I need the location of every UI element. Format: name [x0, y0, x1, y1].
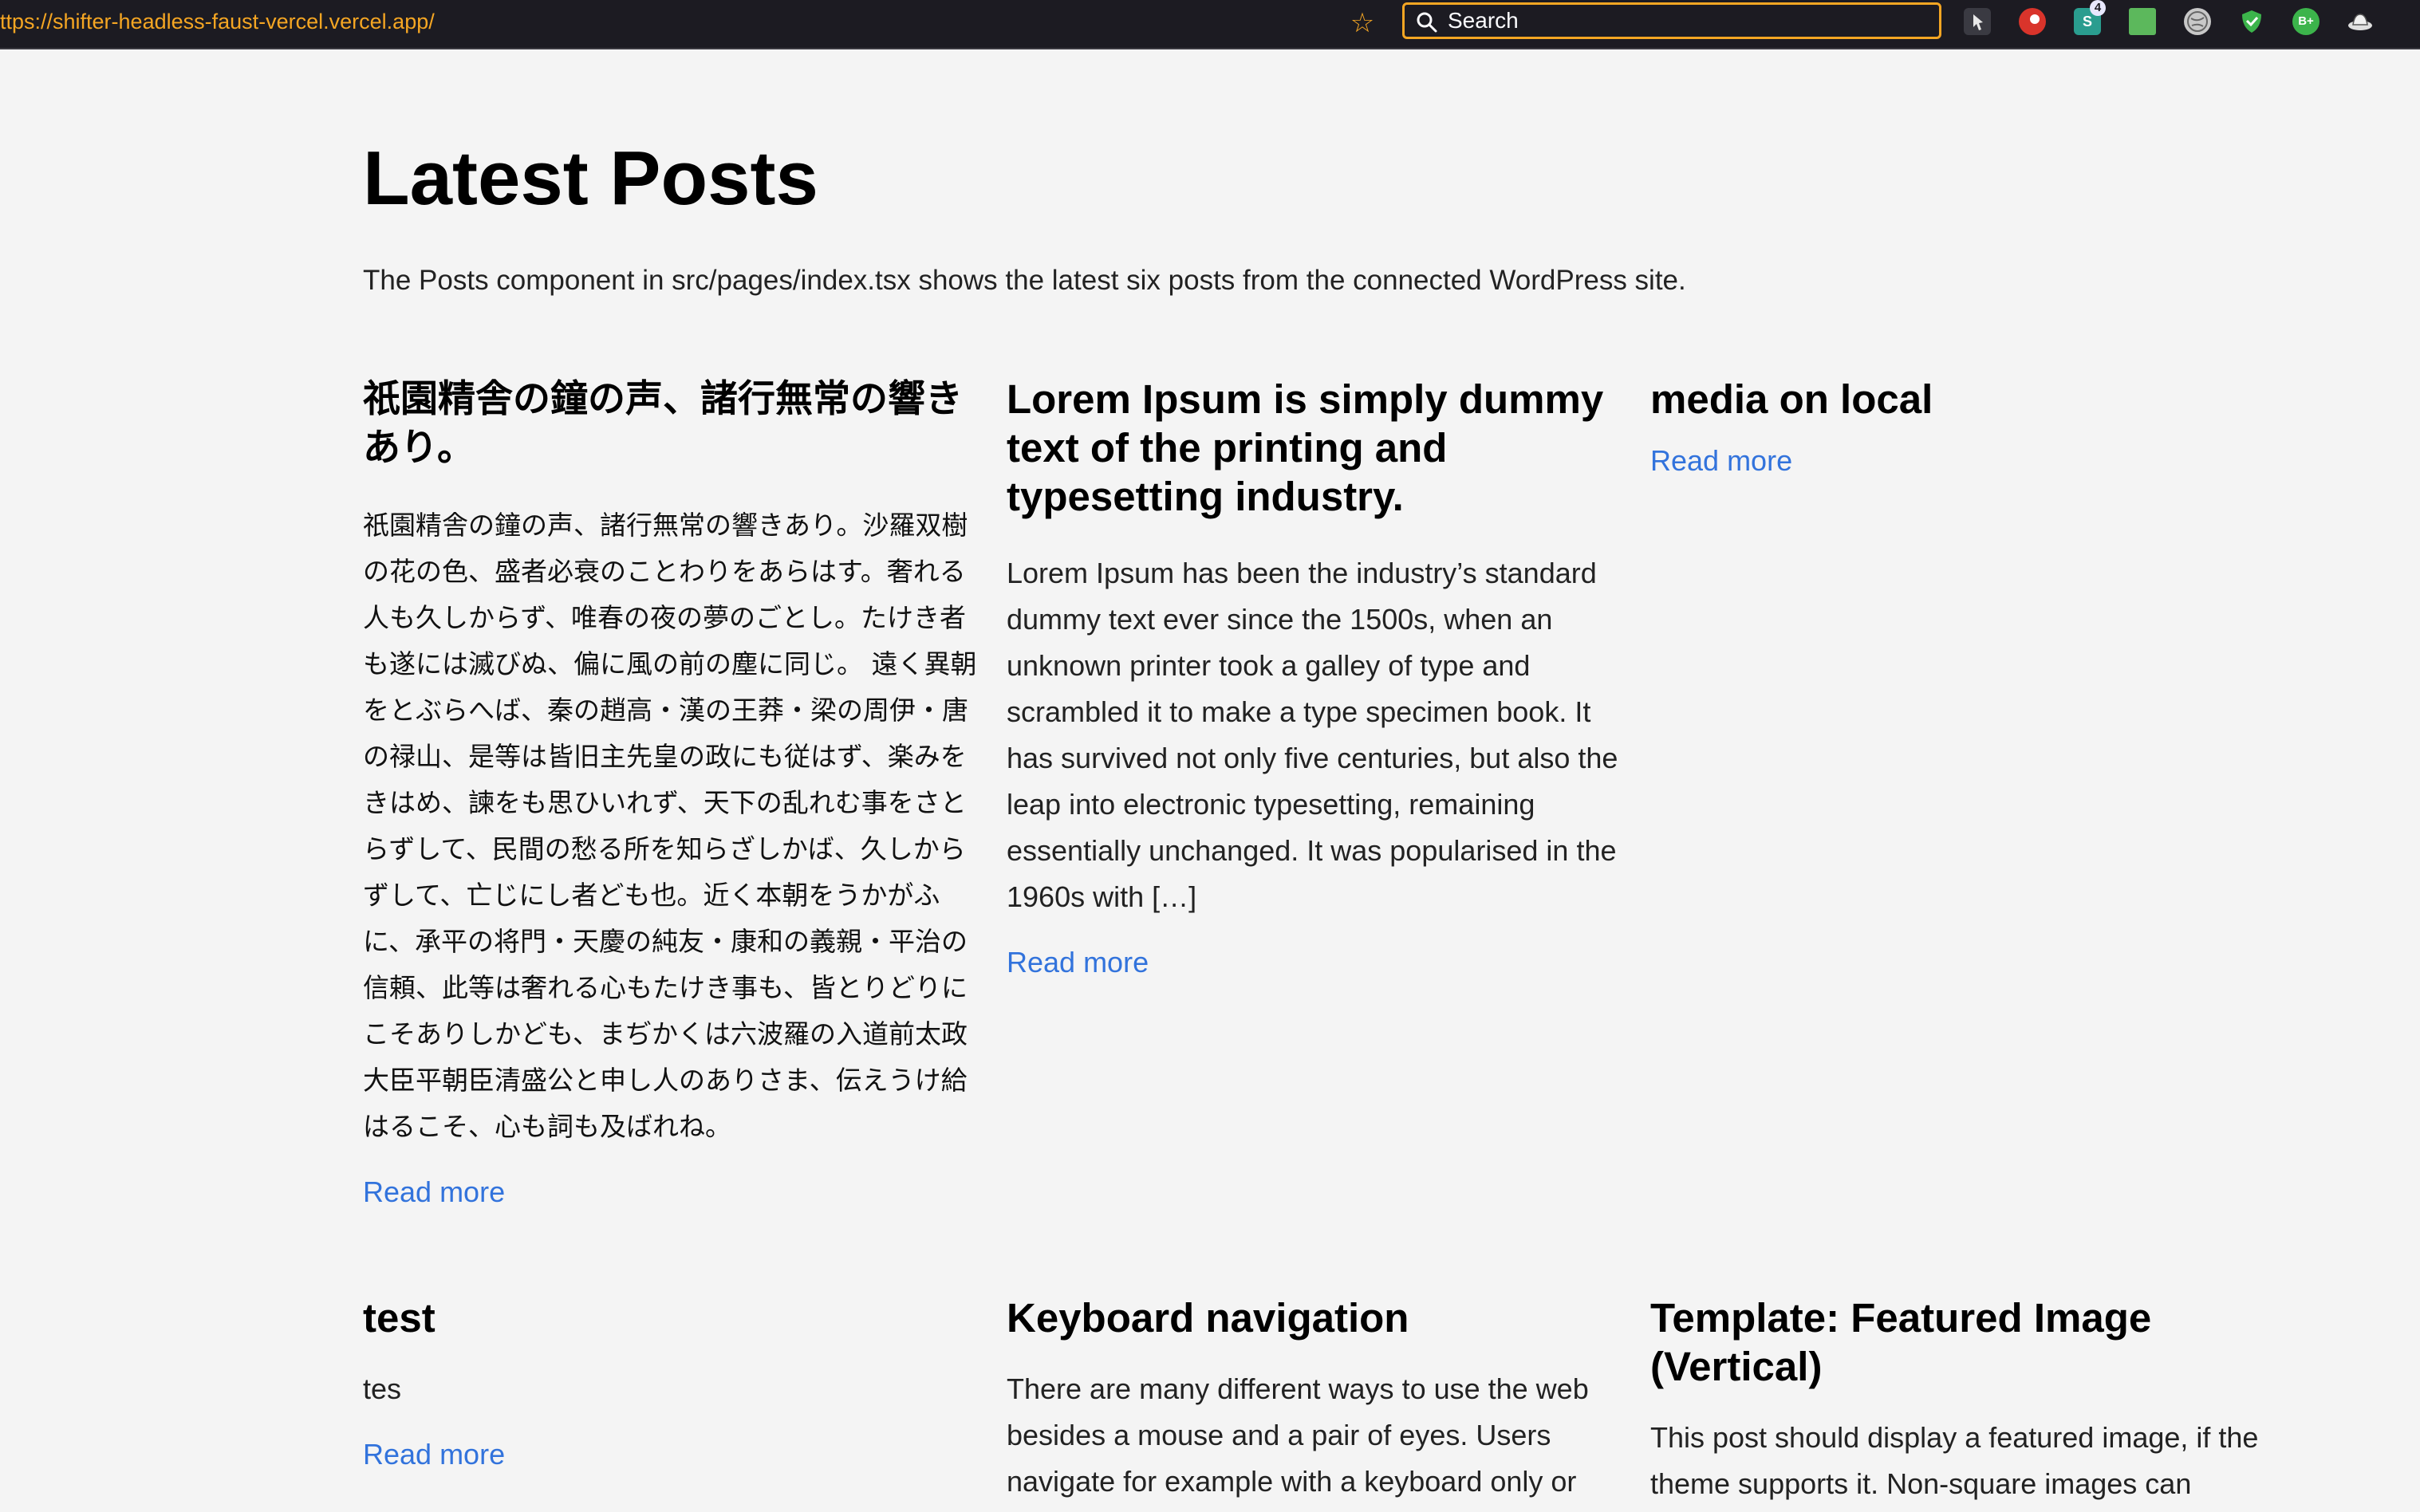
read-more-link[interactable]: Read more: [1650, 443, 1792, 479]
b-plus-extension-icon[interactable]: B+: [2292, 8, 2319, 35]
post-card: Template: Featured Image (Vertical) This…: [1650, 1293, 2288, 1507]
red-extension-icon[interactable]: [2019, 8, 2046, 35]
s-extension-icon[interactable]: S 4: [2074, 0, 2106, 35]
search-icon: [1417, 12, 1437, 33]
post-title[interactable]: media on local: [1650, 375, 2272, 423]
post-excerpt: This post should display a featured imag…: [1650, 1421, 2259, 1500]
post-title[interactable]: Keyboard navigation: [1007, 1293, 1629, 1342]
post-card: 祇園精舎の鐘の声、諸行無常の響きあり。 祇園精舎の鐘の声、諸行無常の響きあり。沙…: [363, 375, 990, 1211]
post-card: Lorem Ipsum is simply dummy text of the …: [1007, 375, 1629, 981]
extension-badge: 4: [2090, 0, 2106, 16]
address-bar-url[interactable]: ttps://shifter-headless-faust-vercel.ver…: [0, 0, 435, 49]
green-extension-icon[interactable]: [2129, 8, 2156, 35]
read-more-link[interactable]: Read more: [363, 1436, 505, 1473]
star-icon[interactable]: ☆: [1346, 7, 1378, 39]
browser-toolbar: ttps://shifter-headless-faust-vercel.ver…: [0, 0, 2420, 49]
search-box[interactable]: [1402, 2, 1941, 39]
post-card: test tes Read more: [363, 1293, 990, 1473]
hat-extension-icon[interactable]: [2347, 8, 2374, 35]
read-more-link[interactable]: Read more: [363, 1174, 505, 1211]
post-excerpt: There are many different ways to use the…: [1007, 1372, 1589, 1498]
pin-extension-icon[interactable]: [1964, 8, 1991, 35]
search-input[interactable]: [1448, 5, 1926, 37]
post-excerpt: tes: [363, 1372, 402, 1405]
page-title: Latest Posts: [363, 136, 818, 221]
post-excerpt: Lorem Ipsum has been the industry’s stan…: [1007, 557, 1618, 913]
pin-icon: [1973, 14, 1983, 30]
post-card: Keyboard navigation There are many diffe…: [1007, 1293, 1629, 1505]
red-circle-icon: [2030, 14, 2040, 24]
globe-icon: [2187, 11, 2208, 32]
page-intro: The Posts component in src/pages/index.t…: [363, 265, 1686, 296]
post-title[interactable]: 祇園精舎の鐘の声、諸行無常の響きあり。: [363, 375, 990, 472]
b-plus-label: B+: [2298, 14, 2314, 28]
globe-extension-icon[interactable]: [2184, 8, 2211, 35]
post-title[interactable]: Lorem Ipsum is simply dummy text of the …: [1007, 375, 1629, 521]
read-more-link[interactable]: Read more: [1007, 944, 1149, 981]
shield-icon: [2242, 10, 2261, 33]
post-title[interactable]: Template: Featured Image (Vertical): [1650, 1293, 2288, 1391]
post-title[interactable]: test: [363, 1293, 990, 1342]
post-excerpt: 祇園精舎の鐘の声、諸行無常の響きあり。沙羅双樹の花の色、盛者必衰のことわりをあら…: [363, 510, 977, 1142]
shield-extension-icon[interactable]: [2238, 8, 2265, 35]
post-card: media on local Read more: [1650, 375, 2272, 479]
hat-icon: [2348, 14, 2372, 30]
